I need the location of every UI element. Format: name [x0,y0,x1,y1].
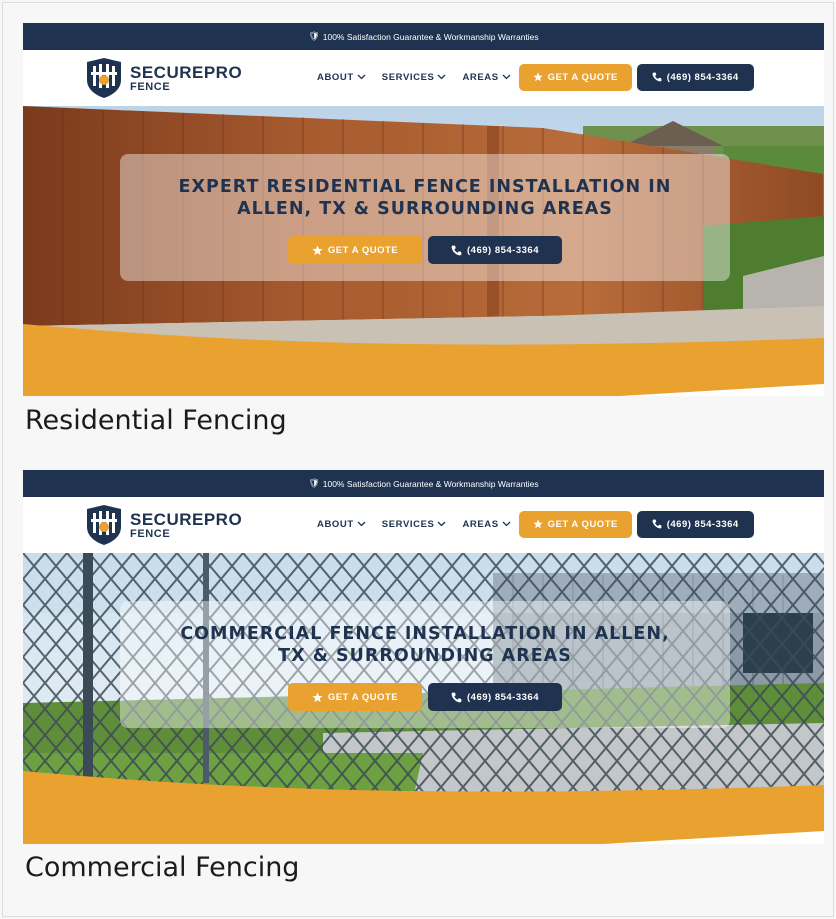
commercial-screenshot: 🛡 100% Satisfaction Guarantee & Workmans… [23,470,824,844]
hero-phone-label: (469) 854-3364 [467,244,539,256]
chevron-down-icon [502,521,511,527]
hero-card: COMMERCIAL FENCE INSTALLATION IN ALLEN, … [120,601,730,728]
phone-icon [451,245,462,255]
logo-line1: SECUREPRO [130,62,243,82]
hero-title: COMMERCIAL FENCE INSTALLATION IN ALLEN, … [120,623,730,667]
phone-icon [652,519,662,529]
nav-quote-label: GET A QUOTE [547,518,618,530]
chevron-down-icon [437,74,446,80]
nav-quote-button[interactable]: GET A QUOTE [518,510,632,538]
logo-shield-icon [87,58,121,98]
site-logo[interactable]: SECUREPRO FENCE [85,58,242,98]
nav-item-label: SERVICES [381,518,435,530]
nav-item-services[interactable]: SERVICES [382,519,447,530]
nav-item-label: SERVICES [381,71,435,83]
star-icon [532,72,543,82]
residential-screenshot: 🛡 100% Satisfaction Guarantee & Workmans… [23,23,824,396]
hero-phone-button[interactable]: (469) 854-3364 [428,236,562,264]
nav-phone-label: (469) 854-3364 [666,71,739,83]
hero-card: EXPERT RESIDENTIAL FENCE INSTALLATION IN… [120,154,730,281]
phone-icon [451,692,462,702]
hero-phone-label: (469) 854-3364 [467,691,539,703]
hero-title: EXPERT RESIDENTIAL FENCE INSTALLATION IN… [120,176,730,220]
nav-phone-button[interactable]: (469) 854-3364 [636,510,754,538]
hero-buttons: GET A QUOTE (469) 854-3364 [288,236,562,264]
hero-quote-label: GET A QUOTE [327,244,399,256]
chevron-down-icon [357,521,366,527]
announcement-text: 100% Satisfaction Guarantee & Workmanshi… [322,31,539,42]
nav-quote-button[interactable]: GET A QUOTE [518,63,632,91]
site-logo[interactable]: SECUREPRO FENCE [85,505,242,545]
nav-item-about[interactable]: ABOUT [317,72,366,83]
nav-menu: ABOUT SERVICES AREAS GET A QUOTE (469) 8… [317,510,754,538]
shield-icon: 🛡 [308,478,320,488]
chevron-down-icon [502,74,511,80]
nav-menu: ABOUT SERVICES AREAS GET A QUOTE (469) 8… [317,63,754,91]
hero-title-line1: COMMERCIAL FENCE INSTALLATION IN ALLEN, [180,624,670,644]
nav-item-about[interactable]: ABOUT [317,519,366,530]
hero-title-line2: TX & SURROUNDING AREAS [278,646,572,666]
announcement-text: 100% Satisfaction Guarantee & Workmanshi… [322,478,539,489]
phone-icon [652,72,662,82]
nav-phone-button[interactable]: (469) 854-3364 [636,63,754,91]
nav-item-label: ABOUT [317,518,354,530]
star-icon [312,692,323,702]
hero-title-line2: ALLEN, TX & SURROUNDING AREAS [237,199,613,219]
nav-item-services[interactable]: SERVICES [382,72,447,83]
hero-quote-label: GET A QUOTE [327,691,399,703]
nav-item-areas[interactable]: AREAS [462,518,511,530]
hero-section: EXPERT RESIDENTIAL FENCE INSTALLATION IN… [23,106,824,396]
caption-commercial: Commercial Fencing [25,852,300,883]
caption-residential: Residential Fencing [25,405,287,436]
announcement-bar: 🛡 100% Satisfaction Guarantee & Workmans… [23,470,824,497]
nav-phone-label: (469) 854-3364 [666,518,739,530]
chevron-down-icon [357,74,366,80]
hero-phone-button[interactable]: (469) 854-3364 [428,683,562,711]
hero-quote-button[interactable]: GET A QUOTE [288,683,422,711]
main-nav: SECUREPRO FENCE ABOUT SERVICES AREAS GET… [23,497,824,553]
logo-line2: FENCE [130,527,171,540]
chevron-down-icon [437,521,446,527]
hero-quote-button[interactable]: GET A QUOTE [288,236,422,264]
hero-title-line1: EXPERT RESIDENTIAL FENCE INSTALLATION IN [178,177,672,197]
logo-line2: FENCE [130,80,171,93]
announcement-bar: 🛡 100% Satisfaction Guarantee & Workmans… [23,23,824,50]
nav-quote-label: GET A QUOTE [547,71,618,83]
logo-line1: SECUREPRO [130,509,243,529]
hero-section: COMMERCIAL FENCE INSTALLATION IN ALLEN, … [23,553,824,844]
logo-shield-icon [87,505,121,545]
hero-buttons: GET A QUOTE (469) 854-3364 [288,683,562,711]
star-icon [532,519,543,529]
nav-item-label: AREAS [462,518,499,530]
page-frame: 🛡 100% Satisfaction Guarantee & Workmans… [2,2,834,917]
nav-item-areas[interactable]: AREAS [462,71,511,83]
main-nav: SECUREPRO FENCE ABOUT SERVICES AREAS GET… [23,50,824,106]
shield-icon: 🛡 [308,31,320,41]
nav-item-label: ABOUT [317,71,354,83]
star-icon [312,245,323,255]
nav-item-label: AREAS [462,71,499,83]
